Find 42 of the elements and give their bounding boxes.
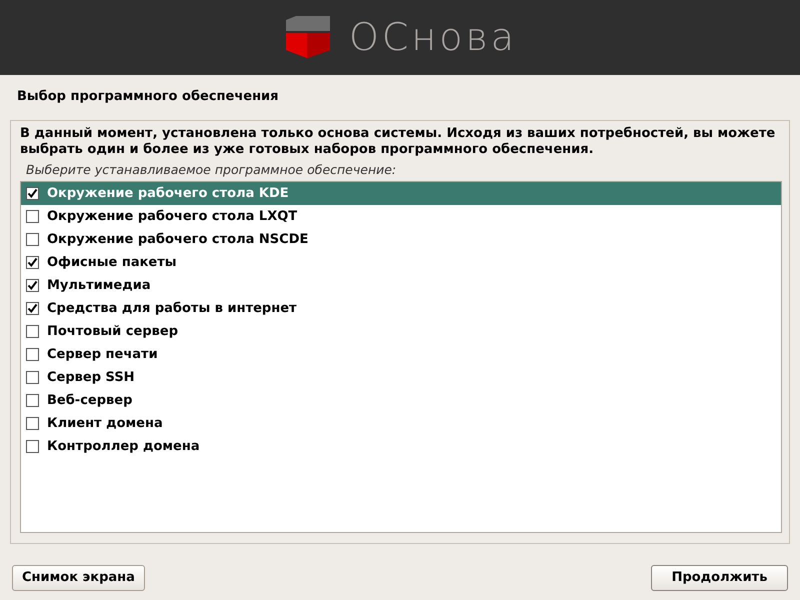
item-label: Окружение рабочего стола KDE [47, 184, 289, 203]
checkbox[interactable] [26, 210, 39, 223]
item-label: Сервер печати [47, 346, 158, 364]
checkbox[interactable] [26, 394, 39, 407]
item-label: Веб-сервер [47, 392, 132, 410]
item-label: Клиент домена [47, 414, 163, 433]
item-label: Мультимедиа [47, 276, 151, 295]
list-item[interactable]: Окружение рабочего стола KDE [21, 182, 781, 205]
description-text: В данный момент, установлена только основа системы. Исходя из ваших потребностей, вы можете выбрать один и более из уже готовых наборов программного обеспечения. [20, 126, 776, 158]
list-item[interactable]: Клиент домена [21, 412, 781, 435]
item-label: Окружение рабочего стола NSCDE [47, 230, 308, 249]
checkbox[interactable] [26, 348, 39, 361]
checkbox[interactable] [26, 279, 39, 292]
list-item[interactable]: Сервер SSH [21, 366, 781, 389]
checkbox[interactable] [26, 325, 39, 338]
item-label: Сервер SSH [47, 368, 135, 387]
list-item[interactable]: Офисные пакеты [21, 251, 781, 274]
screenshot-button[interactable]: Снимок экрана [12, 565, 145, 591]
item-label: Контроллер домена [47, 438, 200, 456]
list-item[interactable]: Почтовый сервер [21, 320, 781, 343]
item-label: Почтовый сервер [47, 322, 178, 341]
list-item[interactable]: Контроллер домена [21, 435, 781, 458]
checkbox[interactable] [26, 371, 39, 384]
checkbox[interactable] [26, 233, 39, 246]
checkbox[interactable] [26, 302, 39, 315]
checkbox[interactable] [26, 440, 39, 453]
list-item[interactable]: Веб-сервер [21, 389, 781, 412]
checkbox[interactable] [26, 256, 39, 269]
page-title: Выбор программного обеспечения [16, 88, 280, 106]
item-label: Средства для работы в интернет [47, 300, 297, 318]
list-item[interactable]: Мультимедиа [21, 274, 781, 297]
prompt-text: Выберите устанавливаемое программное обеспечение: [26, 161, 398, 179]
logo-text: ОСнова [348, 14, 518, 61]
list-item[interactable]: Сервер печати [21, 343, 781, 366]
list-item[interactable]: Окружение рабочего стола NSCDE [21, 228, 781, 251]
checkbox[interactable] [26, 187, 39, 200]
checkbox[interactable] [26, 417, 39, 430]
item-label: Окружение рабочего стола LXQT [47, 208, 298, 226]
continue-button[interactable]: Продолжить [651, 565, 788, 591]
list-item[interactable]: Окружение рабочего стола LXQT [21, 205, 781, 228]
list-item[interactable]: Средства для работы в интернет [21, 297, 781, 320]
item-label: Офисные пакеты [47, 254, 177, 272]
